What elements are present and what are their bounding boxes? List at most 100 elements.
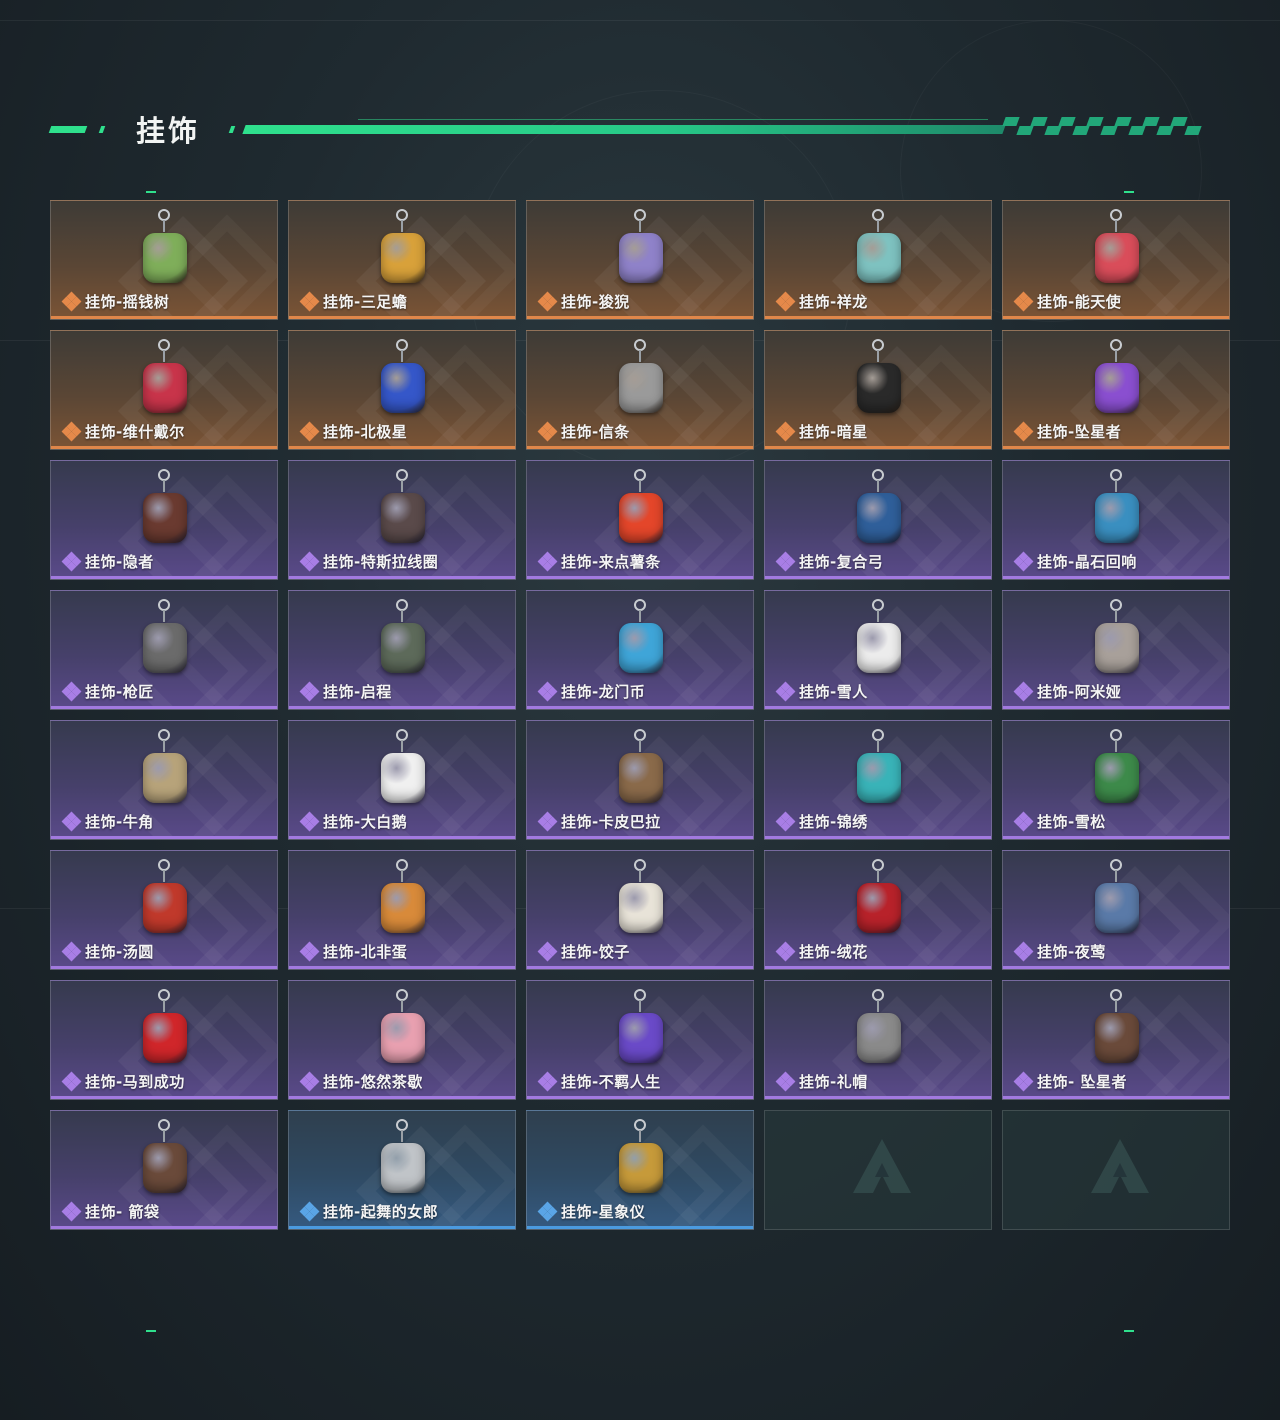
charm-card[interactable]: 挂饰-启程 [288,590,516,710]
charm-card[interactable]: 挂饰-晶石回响 [1002,460,1230,580]
charm-label: 挂饰-隐者 [61,551,154,572]
charm-card[interactable]: 挂饰-绒花 [764,850,992,970]
charm-card[interactable]: 挂饰-牛角 [50,720,278,840]
charm-card[interactable]: 挂饰-枪匠 [50,590,278,710]
charm-card[interactable]: 挂饰-雪人 [764,590,992,710]
charm-card[interactable]: 挂饰-起舞的女郎 [288,1110,516,1230]
charm-card[interactable]: 挂饰-龙门币 [526,590,754,710]
chain-icon [163,350,165,362]
chain-icon [163,740,165,752]
chain-icon [877,870,879,882]
charm-card[interactable]: 挂饰-饺子 [526,850,754,970]
charm-body [619,363,663,413]
charm-card[interactable]: 挂饰-能天使 [1002,200,1230,320]
charm-card[interactable]: 挂饰-礼帽 [764,980,992,1100]
rarity-underline [527,966,753,969]
rarity-underline [765,576,991,579]
charm-label: 挂饰-起舞的女郎 [299,1201,438,1222]
charm-name: 挂饰-大白鹅 [323,813,408,831]
charm-name: 挂饰- 箭袋 [85,1203,160,1221]
charm-card[interactable]: 挂饰- 坠星者 [1002,980,1230,1100]
charm-label: 挂饰-马到成功 [61,1071,185,1092]
charm-name: 挂饰-枪匠 [85,683,154,701]
chain-icon [163,1130,165,1142]
egg-dish-charm-icon [373,857,433,939]
charm-card[interactable]: 挂饰-三足蟾 [288,200,516,320]
coin-card-charm-icon [611,597,671,679]
charm-name: 挂饰-星象仪 [561,1203,646,1221]
chain-icon [639,1000,641,1012]
charm-card[interactable]: 挂饰-摇钱树 [50,200,278,320]
charm-card[interactable]: 挂饰-特斯拉线圈 [288,460,516,580]
charm-name: 挂饰-能天使 [1037,293,1122,311]
dumpling-plate-charm-icon [611,857,671,939]
charm-label: 挂饰-三足蟾 [299,291,407,312]
rarity-diamond-icon [61,681,82,701]
charm-card[interactable]: 挂饰-雪松 [1002,720,1230,840]
charm-card[interactable]: 挂饰-夜莺 [1002,850,1230,970]
corner-marker [146,191,156,193]
rarity-underline [289,446,515,449]
chain-icon [1115,1000,1117,1012]
charm-name: 挂饰- 坠星者 [1037,1073,1127,1091]
tag-charm-icon [135,337,195,419]
rice-ball-bowl-charm-icon [135,857,195,939]
header-accent-tick [98,126,106,133]
charm-card[interactable]: 挂饰-大白鹅 [288,720,516,840]
charm-label: 挂饰-星象仪 [537,1201,646,1222]
chain-icon [877,1000,879,1012]
charm-card[interactable]: 挂饰-狻猊 [526,200,754,320]
rarity-underline [527,706,753,709]
charm-card[interactable]: 挂饰-隐者 [50,460,278,580]
charm-card[interactable]: 挂饰-马到成功 [50,980,278,1100]
rarity-diamond-icon [61,551,82,571]
charm-body [619,623,663,673]
charm-name: 挂饰-卡皮巴拉 [561,813,661,831]
chain-icon [401,1000,403,1012]
charm-card[interactable]: 挂饰-北非蛋 [288,850,516,970]
charm-body [143,623,187,673]
charm-card[interactable]: 挂饰-暗星 [764,330,992,450]
charm-name: 挂饰-暗星 [799,423,868,441]
charm-card[interactable]: 挂饰-北极星 [288,330,516,450]
charm-card[interactable]: 挂饰-阿米娅 [1002,590,1230,710]
rarity-underline [289,1226,515,1229]
charm-name: 挂饰-牛角 [85,813,154,831]
rarity-underline [51,316,277,319]
charm-body [619,1013,663,1063]
charm-name: 挂饰-不羁人生 [561,1073,661,1091]
charm-card[interactable]: 挂饰-信条 [526,330,754,450]
rarity-underline [765,316,991,319]
charm-card[interactable]: 挂饰-不羁人生 [526,980,754,1100]
rarity-diamond-icon [537,681,558,701]
charm-card[interactable]: 挂饰-祥龙 [764,200,992,320]
charm-card[interactable]: 挂饰-来点薯条 [526,460,754,580]
charm-card[interactable]: 挂饰-卡皮巴拉 [526,720,754,840]
triangle-eye-charm-icon [1087,987,1147,1069]
charm-body [143,1013,187,1063]
charm-label: 挂饰-夜莺 [1013,941,1106,962]
charm-card[interactable]: 挂饰-锦绣 [764,720,992,840]
feather-charm-icon [1087,857,1147,939]
charm-label: 挂饰-暗星 [775,421,868,442]
charm-card[interactable]: 挂饰-星象仪 [526,1110,754,1230]
charm-card[interactable]: 挂饰-悠然茶歇 [288,980,516,1100]
charm-card[interactable]: 挂饰-维什戴尔 [50,330,278,450]
header-checker-pattern [1002,117,1204,136]
charm-card[interactable]: 挂饰-汤圆 [50,850,278,970]
rarity-underline [1003,966,1229,969]
charm-label: 挂饰- 箭袋 [61,1201,160,1222]
charm-card[interactable]: 挂饰-坠星者 [1002,330,1230,450]
charm-body [619,233,663,283]
charm-name: 挂饰-来点薯条 [561,553,661,571]
charm-card[interactable]: 挂饰- 箭袋 [50,1110,278,1230]
charm-card[interactable]: 挂饰-复合弓 [764,460,992,580]
crystal-charm-icon [1087,467,1147,549]
fries-charm-icon [611,467,671,549]
rarity-diamond-icon [1013,551,1034,571]
charm-name: 挂饰-悠然茶歇 [323,1073,423,1091]
background-divider [0,20,1280,21]
charm-name: 挂饰-雪人 [799,683,868,701]
charm-body [857,363,901,413]
rarity-underline [289,836,515,839]
